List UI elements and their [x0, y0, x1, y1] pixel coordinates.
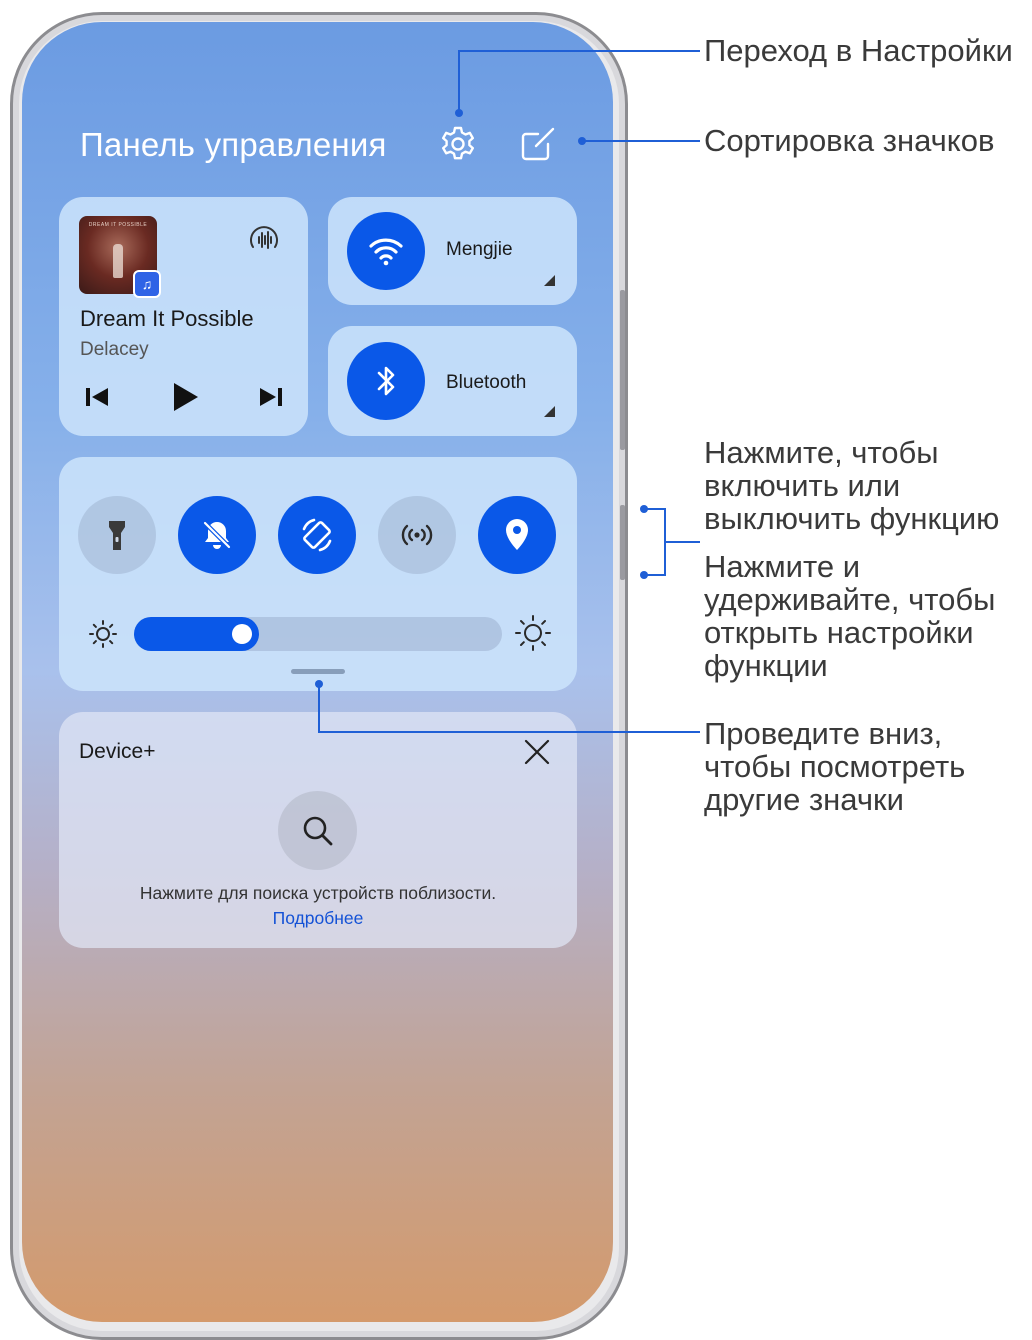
location-icon[interactable]	[478, 496, 556, 574]
bluetooth-expand-icon[interactable]	[544, 406, 555, 417]
previous-icon[interactable]	[83, 384, 113, 410]
toggle-annotation-line3: выключить функцию	[704, 501, 1000, 536]
wifi-icon[interactable]	[347, 212, 425, 290]
swipe-annotation-line2: чтобы посмотреть	[704, 749, 966, 784]
song-artist: Delacey	[80, 339, 149, 360]
device-plus-title: Device+	[79, 740, 156, 763]
learn-more-link[interactable]: Подробнее	[59, 908, 577, 929]
page-title: Панель управления	[80, 126, 387, 163]
swipe-annotation-line-h	[318, 731, 700, 733]
play-icon[interactable]	[169, 380, 201, 414]
flashlight-icon[interactable]	[78, 496, 156, 574]
bracket-top	[644, 508, 666, 510]
swipe-annotation-line3: другие значки	[704, 782, 904, 817]
sort-annotation-line	[582, 140, 700, 142]
song-title: Dream It Possible	[80, 306, 254, 331]
bluetooth-card[interactable]: Bluetooth	[328, 326, 577, 436]
hold-annotation-line3: открыть настройки	[704, 615, 974, 650]
auto-rotate-icon[interactable]	[278, 496, 356, 574]
wifi-card[interactable]: Mengjie	[328, 197, 577, 305]
bracket-connector	[664, 541, 700, 543]
device-plus-hint: Нажмите для поиска устройств поблизости.	[139, 883, 497, 903]
hold-annotation-line1: Нажмите и	[704, 549, 861, 584]
hold-annotation-line4: функции	[704, 648, 828, 683]
settings-annotation-line-v	[458, 50, 460, 113]
media-card[interactable]: DREAM IT POSSIBLE ♫ Dream It Possible De…	[59, 197, 308, 436]
swipe-annotation-line-v	[318, 684, 320, 732]
close-icon[interactable]	[521, 736, 553, 768]
brightness-high-icon	[514, 614, 552, 652]
search-devices-icon[interactable]	[278, 791, 357, 870]
mute-bell-icon[interactable]	[178, 496, 256, 574]
brightness-low-icon	[87, 618, 119, 650]
phone-screen: Панель управления DREAM IT POSSIBLE ♫ Dr…	[22, 22, 613, 1322]
music-app-icon: ♫	[133, 270, 161, 298]
nfc-signal-icon[interactable]	[378, 496, 456, 574]
settings-annotation-text: Переход в Настройки	[704, 33, 1013, 68]
toggle-annotation-line2: включить или	[704, 468, 901, 503]
bluetooth-icon[interactable]	[347, 342, 425, 420]
shortcuts-card	[59, 457, 577, 691]
brightness-slider[interactable]	[134, 617, 502, 651]
audio-output-icon[interactable]	[245, 221, 283, 259]
album-art-caption: DREAM IT POSSIBLE	[88, 222, 148, 228]
bluetooth-label: Bluetooth	[446, 372, 527, 393]
bracket-bottom	[644, 574, 666, 576]
toggle-annotation-line1: Нажмите, чтобы	[704, 435, 939, 470]
sort-annotation-text: Сортировка значков	[704, 123, 995, 158]
phone-side-button-top	[620, 290, 625, 450]
brightness-knob[interactable]	[232, 624, 252, 644]
wifi-expand-icon[interactable]	[544, 275, 555, 286]
device-plus-card: Device+ Нажмите для поиска устройств поб…	[59, 712, 577, 948]
hold-annotation-line2: удерживайте, чтобы	[704, 582, 996, 617]
expand-handle[interactable]	[291, 669, 345, 674]
settings-gear-icon[interactable]	[438, 124, 478, 164]
phone-side-button-bottom	[620, 505, 625, 580]
settings-annotation-line-h	[458, 50, 700, 52]
swipe-annotation-line1: Проведите вниз,	[704, 716, 943, 751]
album-art-figure	[113, 244, 123, 278]
next-icon[interactable]	[255, 384, 285, 410]
edit-sort-icon[interactable]	[518, 124, 558, 164]
wifi-label: Mengjie	[446, 239, 513, 260]
